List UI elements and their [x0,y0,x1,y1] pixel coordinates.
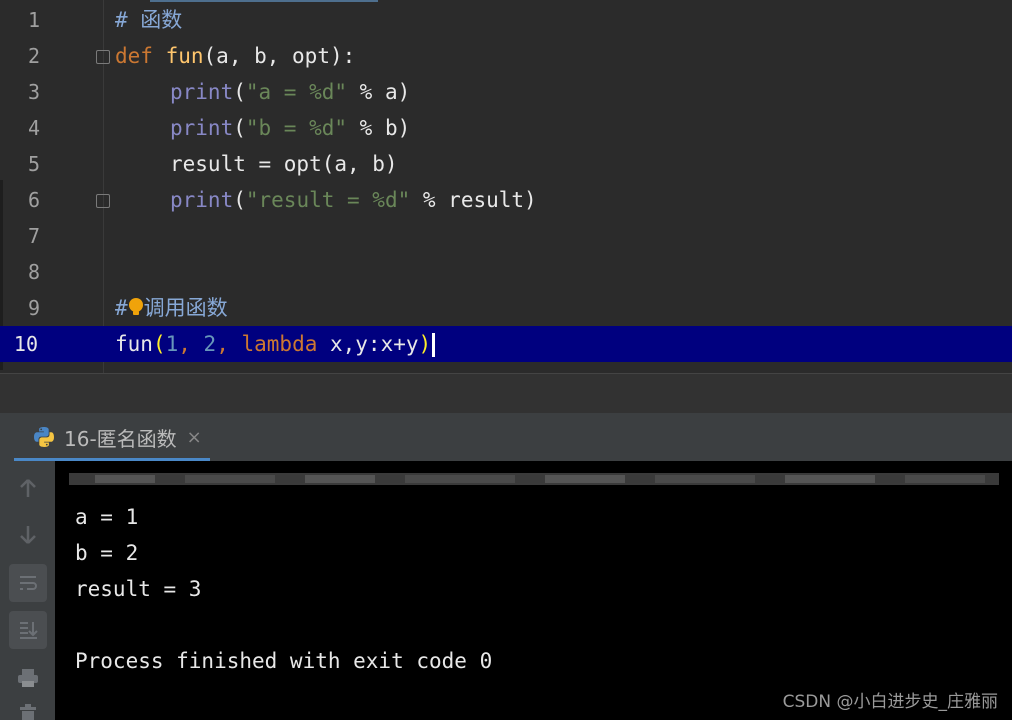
code-line-1[interactable]: 1 # 函数 [0,2,1012,38]
lambda-body: x,y:x+y [317,332,419,356]
number-literal: 1 [165,332,179,356]
comment-hash: # [115,296,128,320]
watermark: CSDN @小白进步史_庄雅丽 [782,692,998,712]
code-line-6[interactable]: 6 print("result = %d" % result) [0,182,1012,218]
code-text: def fun(a, b, opt): [115,38,355,74]
line-number: 7 [27,224,40,248]
string-literal: "a = %d" [245,80,348,104]
params: (a, b, opt): [203,44,356,68]
function-call: fun [115,332,153,356]
code-text: fun(1, 2, lambda x,y:x+y) [115,326,436,362]
line-number: 1 [27,8,40,32]
code-line-7[interactable]: 7 [0,218,1012,254]
function-name: fun [165,44,204,68]
line-number: 6 [27,188,40,212]
code-line-3[interactable]: 3 print("a = %d" % a) [0,74,1012,110]
redacted-command-line [55,461,1012,497]
comma: , [216,332,242,356]
paren: ( [233,188,246,212]
console-line: result = 3 [75,577,202,601]
paren: ( [233,80,246,104]
code-rest: % a) [347,80,411,104]
string-literal: "result = %d" [245,188,411,212]
code-text: result = opt(a, b) [170,152,398,176]
keyword-def: def [115,44,153,68]
run-tab[interactable]: 16-匿名函数 × [14,413,210,461]
line-number: 10 [13,332,38,356]
code-line-9[interactable]: 9 # 调用函数 [0,290,1012,326]
comment-text: # 调用函数 [115,290,228,326]
panel-separator[interactable] [0,373,1012,414]
run-tab-bar: 16-匿名函数 × [0,413,1012,461]
string-literal: "b = %d" [245,116,348,140]
console-line: Process finished with exit code 0 [75,649,493,673]
comment-text: # 函数 [115,8,183,32]
code-editor[interactable]: 1 # 函数 2 def fun(a, b, opt): 3 print("a … [0,0,1012,373]
python-icon [34,427,54,447]
code-line-4[interactable]: 4 print("b = %d" % b) [0,110,1012,146]
keyword-lambda: lambda [241,332,318,356]
rerun-up-icon[interactable] [9,469,47,507]
paren: ( [233,116,246,140]
line-number: 8 [27,260,40,284]
line-number: 3 [27,80,40,104]
builtin-print: print [170,80,234,104]
run-tab-label: 16-匿名函数 [64,426,177,451]
scroll-to-end-icon[interactable] [9,611,47,649]
code-text: print("a = %d" % a) [170,74,410,110]
line-number: 5 [27,152,40,176]
text-caret [432,333,436,357]
close-icon[interactable]: × [187,427,202,448]
console-output[interactable]: a = 1 b = 2 result = 3 Process finished … [55,461,1012,720]
comment-chinese: 调用函数 [143,296,228,320]
fold-end-marker-icon[interactable] [96,194,110,208]
down-arrow-icon[interactable] [9,516,47,554]
code-rest: % result) [410,188,537,212]
number-literal: 2 [203,332,217,356]
run-toolbar [0,461,55,720]
code-line-2[interactable]: 2 def fun(a, b, opt): [0,38,1012,74]
console-line: a = 1 [75,505,139,529]
builtin-print: print [170,116,234,140]
print-icon[interactable] [9,659,47,697]
code-line-5[interactable]: 5 result = opt(a, b) [0,146,1012,182]
trash-icon[interactable] [9,701,47,720]
console-line: b = 2 [75,541,139,565]
line-number: 9 [27,296,40,320]
code-text: print("b = %d" % b) [170,110,410,146]
code-text: print("result = %d" % result) [170,182,537,218]
soft-wrap-icon[interactable] [9,564,47,602]
code-rest: % b) [347,116,411,140]
builtin-print: print [170,188,234,212]
fold-marker-icon[interactable] [96,50,110,64]
paren-close: ) [418,332,432,356]
code-line-10-current[interactable]: 10 fun(1, 2, lambda x,y:x+y) [0,326,1012,362]
paren-open: ( [152,332,166,356]
comma: , [178,332,204,356]
intention-bulb-icon[interactable] [128,297,144,317]
line-number: 4 [27,116,40,140]
code-line-8[interactable]: 8 [0,254,1012,290]
line-number: 2 [27,44,40,68]
